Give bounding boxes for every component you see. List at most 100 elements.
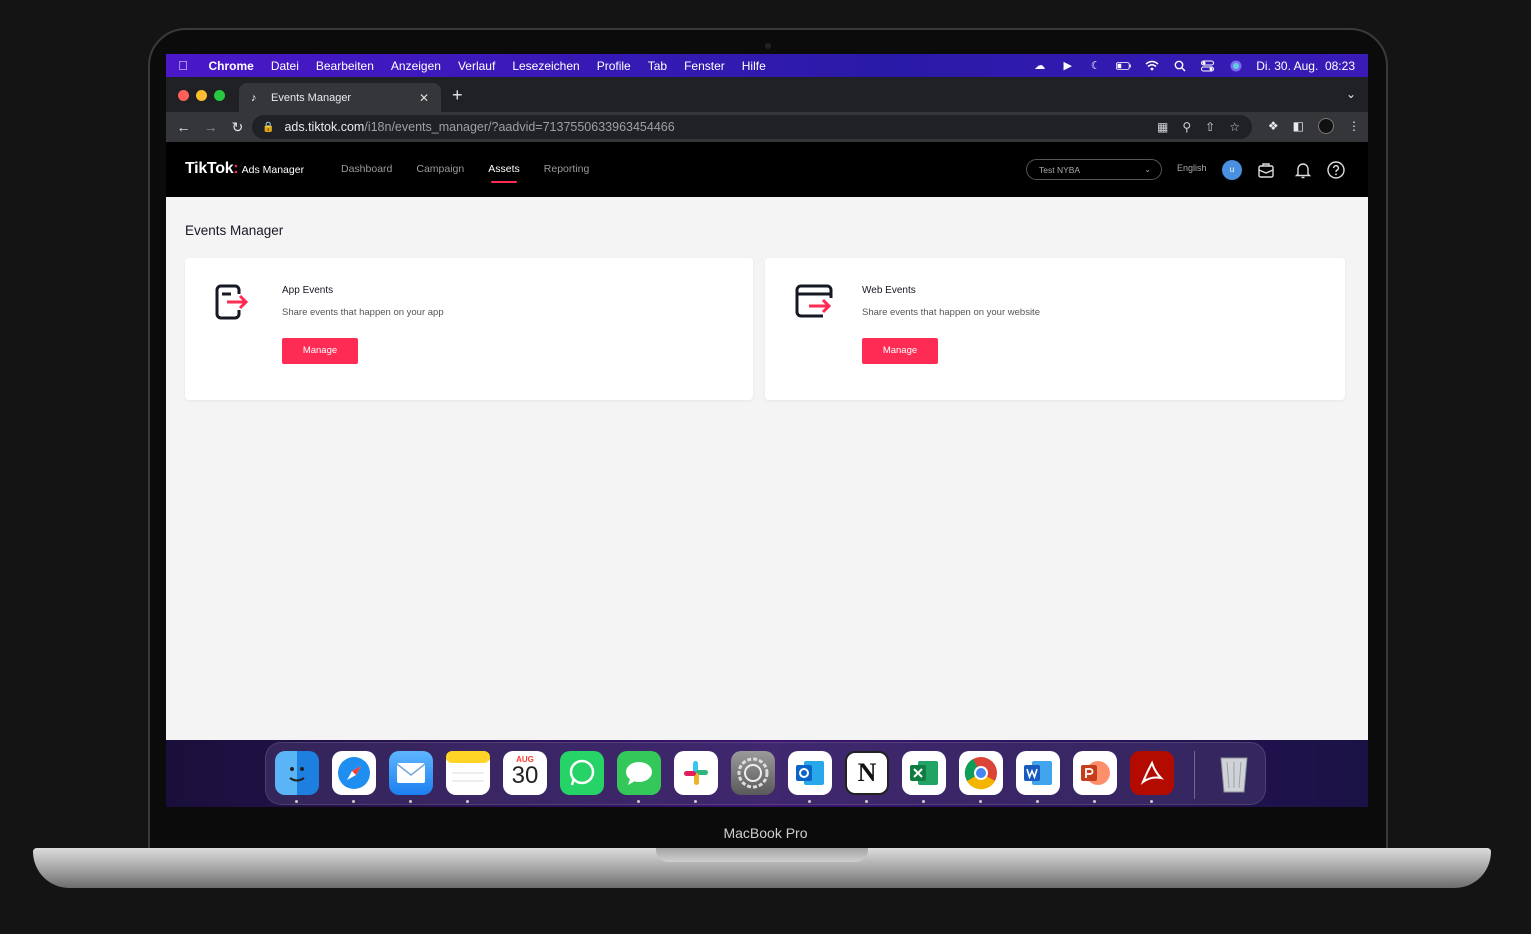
menu-verlauf[interactable]: Verlauf xyxy=(449,59,503,73)
profile-avatar-icon[interactable] xyxy=(1318,118,1334,134)
menu-lesezeichen[interactable]: Lesezeichen xyxy=(504,59,588,73)
window-zoom-button[interactable] xyxy=(214,90,225,101)
excel-icon[interactable] xyxy=(902,751,946,795)
business-center-icon[interactable] xyxy=(1256,160,1276,180)
dock-running-dot xyxy=(295,800,298,803)
url-host: ads.tiktok.com xyxy=(284,120,365,134)
web-events-manage-button[interactable]: Manage xyxy=(862,338,938,364)
bookmark-star-icon[interactable]: ☆ xyxy=(1229,120,1240,134)
card-description: Share events that happen on your app xyxy=(282,307,444,318)
logo-dot: : xyxy=(233,160,239,177)
web-events-icon xyxy=(793,280,833,324)
help-icon[interactable] xyxy=(1326,160,1346,180)
dock-running-dot xyxy=(409,800,412,803)
messages-icon[interactable] xyxy=(617,751,661,795)
spotlight-search-icon[interactable] xyxy=(1172,60,1187,72)
extensions-puzzle-icon[interactable]: ❖ xyxy=(1268,119,1279,133)
tab-title: Events Manager xyxy=(271,91,352,104)
siri-icon[interactable] xyxy=(1228,60,1243,72)
wifi-icon[interactable] xyxy=(1144,60,1159,72)
creative-cloud-icon[interactable]: ☁ xyxy=(1032,60,1047,72)
card-title: App Events xyxy=(282,285,334,296)
calendar-day: 30 xyxy=(511,761,539,789)
window-minimize-button[interactable] xyxy=(196,90,207,101)
dock-running-dot xyxy=(865,800,868,803)
dock-running-dot xyxy=(1093,800,1096,803)
menubar-datetime[interactable]: Di. 30. Aug. 08:23 xyxy=(1256,59,1355,73)
notes-icon[interactable] xyxy=(446,751,490,795)
whatsapp-icon[interactable] xyxy=(560,751,604,795)
dock-running-dot xyxy=(979,800,982,803)
safari-icon[interactable] xyxy=(332,751,376,795)
window-close-button[interactable] xyxy=(178,90,189,101)
dock-running-dot xyxy=(1150,800,1153,803)
back-button[interactable]: ← xyxy=(170,119,197,135)
dock-separator xyxy=(1194,751,1195,799)
app-events-manage-button[interactable]: Manage xyxy=(282,338,358,364)
card-description: Share events that happen on your website xyxy=(862,307,1040,318)
acrobat-icon[interactable] xyxy=(1130,751,1174,795)
outlook-icon[interactable] xyxy=(788,751,832,795)
device-label: MacBook Pro xyxy=(723,825,808,841)
logo-subtitle: Ads Manager xyxy=(241,164,305,176)
browser-toolbar: ← → ↻ 🔒 ads.tiktok.com/i18n/events_manag… xyxy=(166,112,1368,142)
nav-assets[interactable]: Assets xyxy=(488,142,520,197)
powerpoint-icon[interactable] xyxy=(1073,751,1117,795)
chrome-icon[interactable] xyxy=(959,751,1003,795)
control-center-icon[interactable] xyxy=(1200,60,1215,72)
share-icon[interactable]: ⇧ xyxy=(1205,120,1215,134)
address-bar[interactable]: 🔒 ads.tiktok.com/i18n/events_manager/?aa… xyxy=(252,115,1252,139)
notification-bell-icon[interactable] xyxy=(1293,160,1313,180)
account-selector[interactable]: Test NYBA ⌄ xyxy=(1026,159,1162,180)
tiktok-logo[interactable]: TikTok: Ads Manager xyxy=(185,160,304,178)
screen:  Chrome Datei Bearbeiten Anzeigen Verla… xyxy=(166,54,1368,807)
chevron-down-icon: ⌄ xyxy=(1144,165,1151,174)
apple-icon[interactable]:  xyxy=(166,58,200,73)
reload-button[interactable]: ↻ xyxy=(224,119,251,136)
main-content: Events Manager App Events Share events t… xyxy=(166,197,1368,807)
system-preferences-icon[interactable] xyxy=(731,751,775,795)
forward-button[interactable]: → xyxy=(197,119,224,135)
chrome-menu-icon[interactable]: ⋮ xyxy=(1348,119,1360,133)
menu-anzeigen[interactable]: Anzeigen xyxy=(382,59,449,73)
battery-icon[interactable] xyxy=(1116,60,1132,72)
word-icon[interactable] xyxy=(1016,751,1060,795)
card-title: Web Events xyxy=(862,285,916,296)
new-tab-button[interactable]: + xyxy=(452,85,463,106)
nav-dashboard[interactable]: Dashboard xyxy=(341,142,392,197)
menu-hilfe[interactable]: Hilfe xyxy=(733,59,774,73)
tiktok-header: TikTok: Ads Manager Dashboard Campaign A… xyxy=(166,142,1368,197)
nav-reporting[interactable]: Reporting xyxy=(544,142,590,197)
trash-icon[interactable] xyxy=(1212,751,1256,795)
lock-icon[interactable]: 🔒 xyxy=(262,122,274,133)
finder-icon[interactable] xyxy=(275,751,319,795)
menu-tab[interactable]: Tab xyxy=(639,59,675,73)
dock-running-dot xyxy=(808,800,811,803)
translate-icon[interactable]: ▦ xyxy=(1157,120,1168,134)
zoom-icon[interactable]: ⚲ xyxy=(1182,120,1191,134)
browser-tabstrip: ♪ Events Manager ✕ + ⌄ xyxy=(166,77,1368,112)
dock-running-dot xyxy=(466,800,469,803)
play-icon[interactable]: ▶ xyxy=(1060,60,1075,72)
notion-icon[interactable]: N xyxy=(845,751,889,795)
tab-close-icon[interactable]: ✕ xyxy=(419,91,429,105)
menu-datei[interactable]: Datei xyxy=(262,59,307,73)
tab-search-chevron-icon[interactable]: ⌄ xyxy=(1346,87,1356,101)
menu-profile[interactable]: Profile xyxy=(588,59,639,73)
camera xyxy=(765,43,771,49)
menu-chrome[interactable]: Chrome xyxy=(200,59,262,73)
menu-bearbeiten[interactable]: Bearbeiten xyxy=(307,59,382,73)
browser-tab-active[interactable]: ♪ Events Manager ✕ xyxy=(239,83,441,112)
dock-running-dot xyxy=(922,800,925,803)
mail-icon[interactable] xyxy=(389,751,433,795)
moon-icon[interactable]: ☾ xyxy=(1088,60,1103,72)
avatar[interactable]: u xyxy=(1222,160,1242,180)
side-panel-icon[interactable]: ◧ xyxy=(1293,119,1304,133)
nav-campaign[interactable]: Campaign xyxy=(416,142,464,197)
menu-fenster[interactable]: Fenster xyxy=(676,59,734,73)
language-selector[interactable]: English xyxy=(1177,163,1207,173)
laptop-notch xyxy=(656,848,868,862)
calendar-icon[interactable]: AUG 30 xyxy=(503,751,547,795)
macos-menubar:  Chrome Datei Bearbeiten Anzeigen Verla… xyxy=(166,54,1368,77)
slack-icon[interactable] xyxy=(674,751,718,795)
